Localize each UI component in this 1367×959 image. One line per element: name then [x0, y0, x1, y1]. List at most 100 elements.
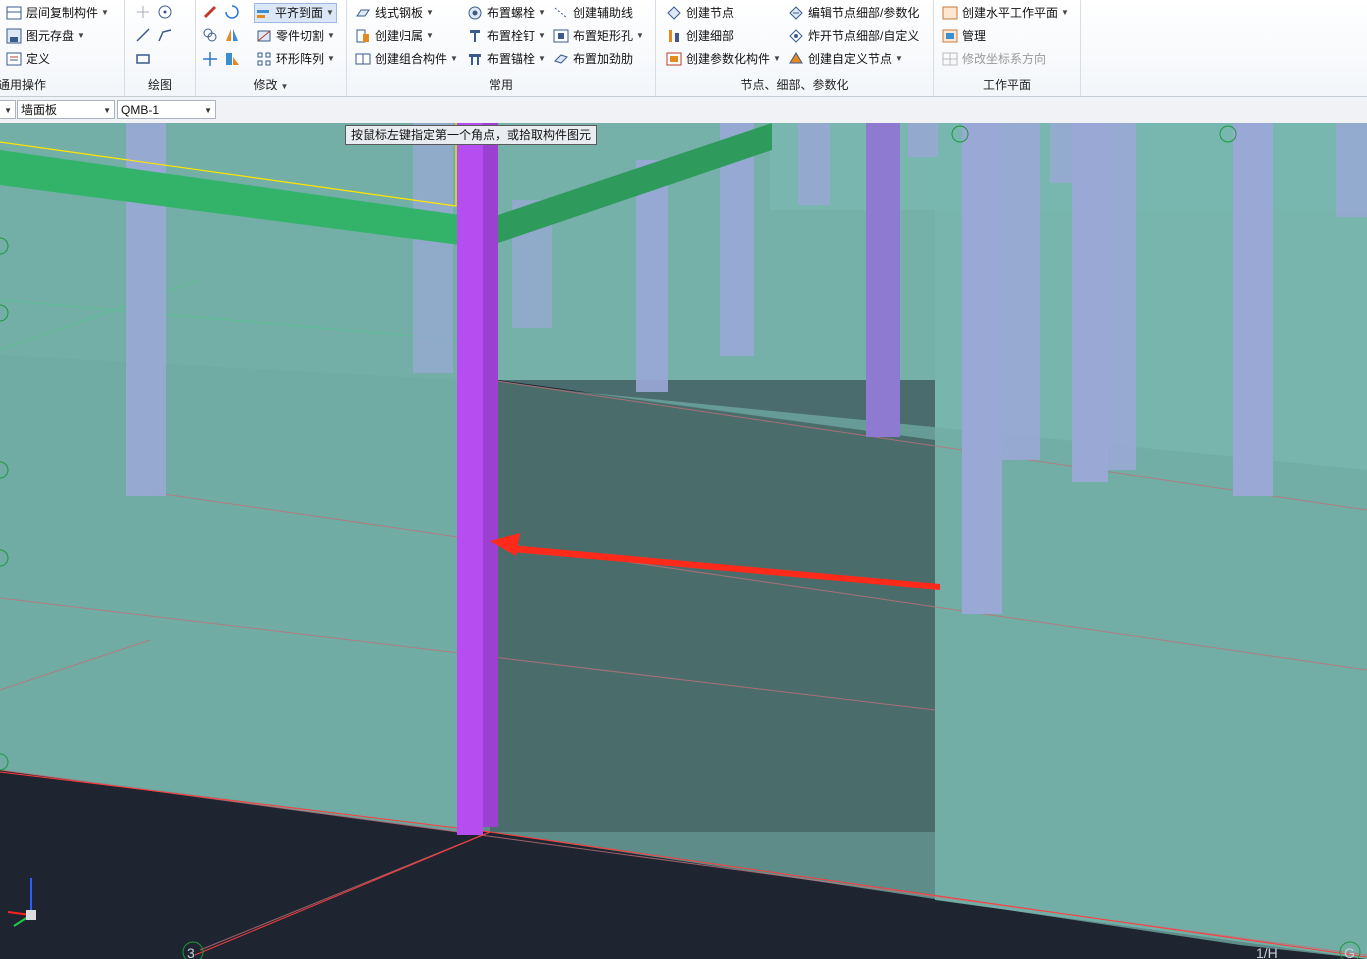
column[interactable] [1336, 123, 1367, 217]
column[interactable] [1072, 123, 1108, 482]
edit-node-detail-label: 编辑节点细部/参数化 [808, 6, 920, 20]
edit-node-detail-button[interactable]: 编辑节点细部/参数化 [788, 3, 919, 23]
rect-hole-icon [553, 28, 569, 44]
node-icon [666, 5, 682, 21]
disk-save-icon [6, 28, 22, 44]
create-node-button[interactable]: 创建节点 [666, 3, 734, 23]
manage-icon [942, 28, 958, 44]
place-anchor-button[interactable]: 布置锚栓 ▼ [467, 49, 546, 69]
column[interactable] [1233, 123, 1273, 496]
3d-viewport[interactable]: 3 1/H G [0, 123, 1367, 959]
create-param-component-button[interactable]: 创建参数化构件 ▼ [666, 49, 781, 69]
assembly-icon [355, 51, 371, 67]
rectangle-icon[interactable] [135, 51, 151, 67]
grid-label-g: G [1344, 945, 1355, 959]
chevron-down-icon[interactable]: ▼ [538, 49, 546, 69]
create-assembly-button[interactable]: 创建组合构件 ▼ [355, 49, 458, 69]
brush-icon[interactable] [202, 4, 218, 20]
chevron-down-icon[interactable]: ▼ [326, 4, 334, 22]
move-icon[interactable] [202, 51, 218, 67]
point-icon[interactable] [135, 4, 151, 20]
stud-icon [467, 28, 483, 44]
group-nodes: 创建节点 创建细部 创建参数化构件 ▼ 编辑节点细部/参数化 炸开节点细部/自定义… [656, 0, 934, 96]
column[interactable] [798, 123, 830, 205]
group-workplane-label: 工作平面 [982, 78, 1031, 92]
group-draw-label: 绘图 [147, 78, 172, 92]
component-value: QMB-1 [121, 103, 160, 117]
workplane-icon [942, 5, 958, 21]
copy-between-floors-button[interactable]: 层间复制构件 ▼ [6, 3, 109, 23]
chevron-down-icon[interactable]: ▼ [538, 26, 546, 46]
place-bolt-button[interactable]: 布置螺栓 ▼ [467, 3, 546, 23]
place-rect-hole-button[interactable]: 布置矩形孔 ▼ [553, 26, 644, 46]
linear-plate-label: 线式钢板 [375, 6, 424, 20]
column[interactable] [866, 123, 900, 437]
place-stiffener-button[interactable]: 布置加劲肋 [553, 49, 633, 69]
create-horizontal-workplane-label: 创建水平工作平面 [962, 6, 1059, 20]
rotate-icon[interactable] [224, 4, 240, 20]
circular-array-button[interactable]: 环形阵列 ▼ [256, 49, 335, 69]
group-general: 层间复制构件 ▼ 图元存盘 ▼ 定义 通用操作 [0, 0, 125, 96]
chevron-down-icon[interactable]: ▼ [450, 49, 458, 69]
component-dropdown[interactable]: QMB-1 ▼ [117, 100, 216, 119]
selected-column[interactable] [457, 123, 498, 835]
align-to-face-button[interactable]: 平齐到面 ▼ [254, 3, 337, 23]
column[interactable] [636, 160, 668, 392]
copy-icon[interactable] [202, 27, 218, 43]
manage-button[interactable]: 管理 [942, 26, 986, 46]
model-canvas[interactable]: 3 1/H G [0, 123, 1367, 959]
grid-label-1h: 1/H [1256, 945, 1278, 959]
chevron-down-icon[interactable]: ▼ [773, 49, 781, 69]
column[interactable] [1002, 123, 1040, 460]
chevron-down-icon[interactable]: ▼ [281, 82, 289, 91]
part-cut-button[interactable]: 零件切割 ▼ [256, 26, 335, 46]
create-custom-node-button[interactable]: 创建自定义节点 ▼ [788, 49, 903, 69]
chevron-down-icon[interactable]: ▼ [101, 3, 109, 23]
line-icon[interactable] [135, 27, 151, 43]
circular-array-label: 环形阵列 [276, 52, 325, 66]
array-icon[interactable] [224, 51, 240, 67]
column[interactable] [962, 123, 1002, 614]
chevron-down-icon[interactable]: ▼ [327, 49, 335, 69]
create-assembly-label: 创建组合构件 [375, 52, 448, 66]
create-detail-label: 创建细部 [686, 29, 735, 43]
column[interactable] [413, 123, 453, 373]
anchor-bolt-icon [467, 51, 483, 67]
polyline-icon[interactable] [157, 27, 173, 43]
mirror-icon[interactable] [224, 27, 240, 43]
create-detail-button[interactable]: 创建细部 [666, 26, 734, 46]
part-cut-label: 零件切割 [276, 29, 325, 43]
param-component-icon [666, 51, 682, 67]
custom-node-icon [788, 51, 804, 67]
create-param-component-label: 创建参数化构件 [686, 52, 771, 66]
category-dropdown[interactable]: 墙面板 ▼ [17, 100, 115, 119]
chevron-down-icon[interactable]: ▼ [636, 26, 644, 46]
column[interactable] [1106, 123, 1136, 470]
element-save-button[interactable]: 图元存盘 ▼ [6, 26, 85, 46]
align-to-face-label: 平齐到面 [275, 6, 324, 20]
chevron-down-icon[interactable]: ▼ [895, 49, 903, 69]
chevron-down-icon: ▼ [4, 106, 12, 115]
linear-plate-button[interactable]: 线式钢板 ▼ [355, 3, 434, 23]
explode-node-button[interactable]: 炸开节点细部/自定义 [788, 26, 919, 46]
group-modify-label-wrap[interactable]: 修改 ▼ [196, 76, 346, 93]
chevron-down-icon[interactable]: ▼ [426, 26, 434, 46]
place-rect-hole-label: 布置矩形孔 [573, 29, 634, 43]
create-aux-line-button[interactable]: 创建辅助线 [553, 3, 633, 23]
chevron-down-icon[interactable]: ▼ [426, 3, 434, 23]
explode-node-label: 炸开节点细部/自定义 [808, 29, 920, 43]
chevron-down-icon[interactable]: ▼ [327, 26, 335, 46]
circle-icon[interactable] [157, 4, 173, 20]
place-stud-button[interactable]: 布置栓钉 ▼ [467, 26, 546, 46]
floor-dropdown[interactable]: ▼ [0, 100, 16, 119]
aux-line-icon [553, 5, 569, 21]
chevron-down-icon[interactable]: ▼ [77, 26, 85, 46]
plate-icon [355, 5, 371, 21]
define-button[interactable]: 定义 [6, 49, 50, 69]
column[interactable] [908, 123, 938, 157]
create-horizontal-workplane-button[interactable]: 创建水平工作平面 ▼ [942, 3, 1069, 23]
place-stud-label: 布置栓钉 [487, 29, 536, 43]
chevron-down-icon[interactable]: ▼ [1061, 3, 1069, 23]
chevron-down-icon[interactable]: ▼ [538, 3, 546, 23]
create-ownership-button[interactable]: 创建归属 ▼ [355, 26, 434, 46]
